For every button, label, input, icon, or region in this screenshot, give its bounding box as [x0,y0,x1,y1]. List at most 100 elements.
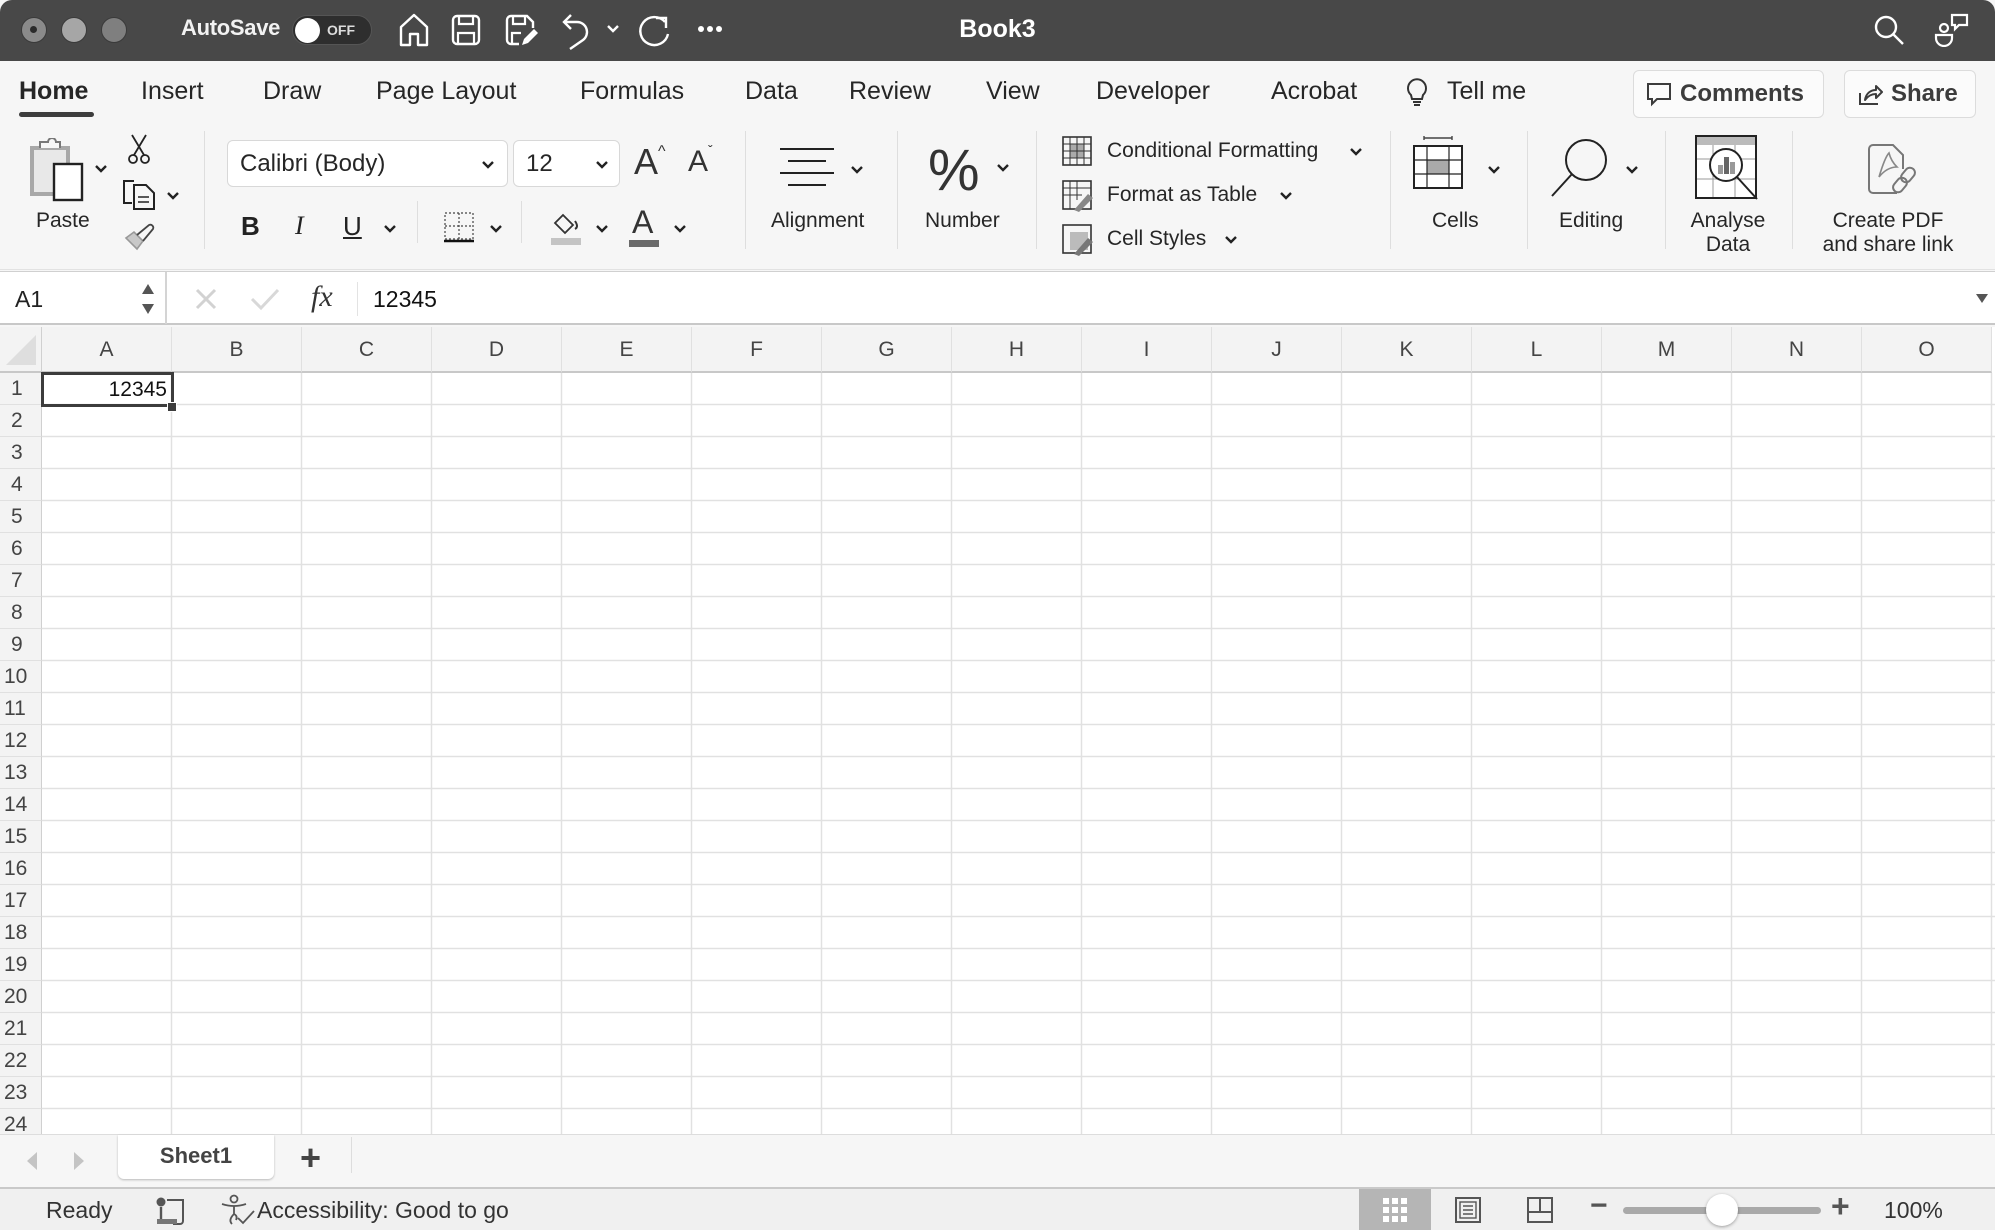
accessibility-status[interactable]: Accessibility: Good to go [257,1197,509,1224]
column-header-k[interactable]: K [1342,327,1472,373]
fill-color-button[interactable] [549,209,583,245]
zoom-level[interactable]: 100% [1884,1197,1943,1224]
scroll-sheets-right-icon[interactable] [72,1151,86,1171]
tab-data[interactable]: Data [745,77,798,106]
italic-button[interactable]: I [295,211,304,241]
column-header-a[interactable]: A [42,327,172,373]
tab-acrobat[interactable]: Acrobat [1271,77,1357,106]
decrease-font-size-button[interactable]: Aˇ [688,142,713,179]
row-header-4[interactable]: 4 [0,469,42,501]
number-format-icon[interactable]: % [928,137,980,204]
column-header-n[interactable]: N [1732,327,1862,373]
row-header-6[interactable]: 6 [0,533,42,565]
add-sheet-button[interactable]: + [300,1137,321,1179]
row-header-20[interactable]: 20 [0,981,42,1013]
maximize-window-button[interactable] [101,17,127,43]
column-header-o[interactable]: O [1862,327,1992,373]
row-header-21[interactable]: 21 [0,1013,42,1045]
minimize-window-button[interactable] [61,17,87,43]
sheet-tab-sheet1[interactable]: Sheet1 [118,1135,274,1179]
column-header-b[interactable]: B [172,327,302,373]
column-header-h[interactable]: H [952,327,1082,373]
tab-draw[interactable]: Draw [263,77,321,106]
row-header-19[interactable]: 19 [0,949,42,981]
format-as-table-dropdown-icon[interactable] [1279,191,1293,201]
row-header-12[interactable]: 12 [0,725,42,757]
tab-tell-me[interactable]: Tell me [1447,77,1526,106]
font-color-button[interactable]: A [627,204,661,248]
cancel-entry-icon[interactable] [194,287,218,311]
paste-dropdown-icon[interactable] [94,164,108,174]
zoom-slider-handle[interactable] [1706,1194,1738,1226]
borders-dropdown-icon[interactable] [489,224,503,234]
conditional-formatting-button[interactable]: Conditional Formatting [1107,139,1318,163]
row-header-24[interactable]: 24 [0,1109,42,1134]
borders-button[interactable] [443,211,475,243]
fill-color-dropdown-icon[interactable] [595,224,609,234]
underline-dropdown-icon[interactable] [383,224,397,234]
page-break-view-button[interactable] [1504,1189,1576,1230]
column-header-d[interactable]: D [432,327,562,373]
cell-styles-button[interactable]: Cell Styles [1107,227,1206,251]
analyse-data-button[interactable] [1695,135,1761,203]
row-header-13[interactable]: 13 [0,757,42,789]
column-header-c[interactable]: C [302,327,432,373]
row-header-16[interactable]: 16 [0,853,42,885]
formula-input[interactable]: 12345 [373,286,437,313]
undo-dropdown-icon[interactable] [606,24,620,34]
row-header-22[interactable]: 22 [0,1045,42,1077]
conditional-formatting-dropdown-icon[interactable] [1349,147,1363,157]
alignment-dropdown-icon[interactable] [850,165,864,175]
row-header-1[interactable]: 1 [0,373,42,405]
format-as-table-button[interactable]: Format as Table [1107,183,1257,207]
expand-formula-bar-icon[interactable] [1975,293,1989,304]
tab-insert[interactable]: Insert [141,77,204,106]
search-icon[interactable] [1873,14,1905,46]
confirm-entry-icon[interactable] [250,287,280,311]
column-header-g[interactable]: G [822,327,952,373]
row-header-8[interactable]: 8 [0,597,42,629]
macro-recording-icon[interactable] [155,1197,187,1225]
tab-review[interactable]: Review [849,77,931,106]
row-header-9[interactable]: 9 [0,629,42,661]
row-header-7[interactable]: 7 [0,565,42,597]
underline-button[interactable]: U [343,211,362,242]
name-box[interactable]: A1 [0,272,167,324]
format-painter-icon[interactable] [123,221,157,251]
more-icon[interactable] [697,24,723,34]
selected-cell-a1[interactable]: 12345 [41,372,174,407]
column-header-i[interactable]: I [1082,327,1212,373]
cells-dropdown-icon[interactable] [1487,165,1501,175]
row-header-10[interactable]: 10 [0,661,42,693]
number-dropdown-icon[interactable] [996,163,1010,173]
row-header-3[interactable]: 3 [0,437,42,469]
tab-developer[interactable]: Developer [1096,77,1210,106]
editing-button[interactable] [1550,136,1612,202]
row-header-17[interactable]: 17 [0,885,42,917]
create-pdf-button[interactable] [1867,143,1919,205]
undo-icon[interactable] [561,12,593,50]
row-header-18[interactable]: 18 [0,917,42,949]
autosave-toggle[interactable]: OFF [292,15,372,45]
column-header-m[interactable]: M [1602,327,1732,373]
column-header-f[interactable]: F [692,327,822,373]
scroll-sheets-left-icon[interactable] [25,1151,39,1171]
font-color-dropdown-icon[interactable] [673,224,687,234]
row-header-14[interactable]: 14 [0,789,42,821]
copy-dropdown-icon[interactable] [166,191,180,201]
close-window-button[interactable] [21,17,47,43]
tab-page-layout[interactable]: Page Layout [376,77,516,106]
fill-handle[interactable] [167,402,177,412]
save-as-icon[interactable] [505,12,539,48]
cell-styles-dropdown-icon[interactable] [1224,235,1238,245]
name-box-stepper-icon[interactable] [141,282,155,316]
share-button[interactable]: Share [1844,70,1976,118]
bold-button[interactable]: B [241,211,260,242]
copy-icon[interactable] [122,177,156,211]
save-icon[interactable] [451,12,481,48]
column-header-l[interactable]: L [1472,327,1602,373]
row-header-5[interactable]: 5 [0,501,42,533]
collaborate-icon[interactable] [1934,13,1970,47]
tab-home[interactable]: Home [19,77,88,106]
editing-dropdown-icon[interactable] [1625,165,1639,175]
